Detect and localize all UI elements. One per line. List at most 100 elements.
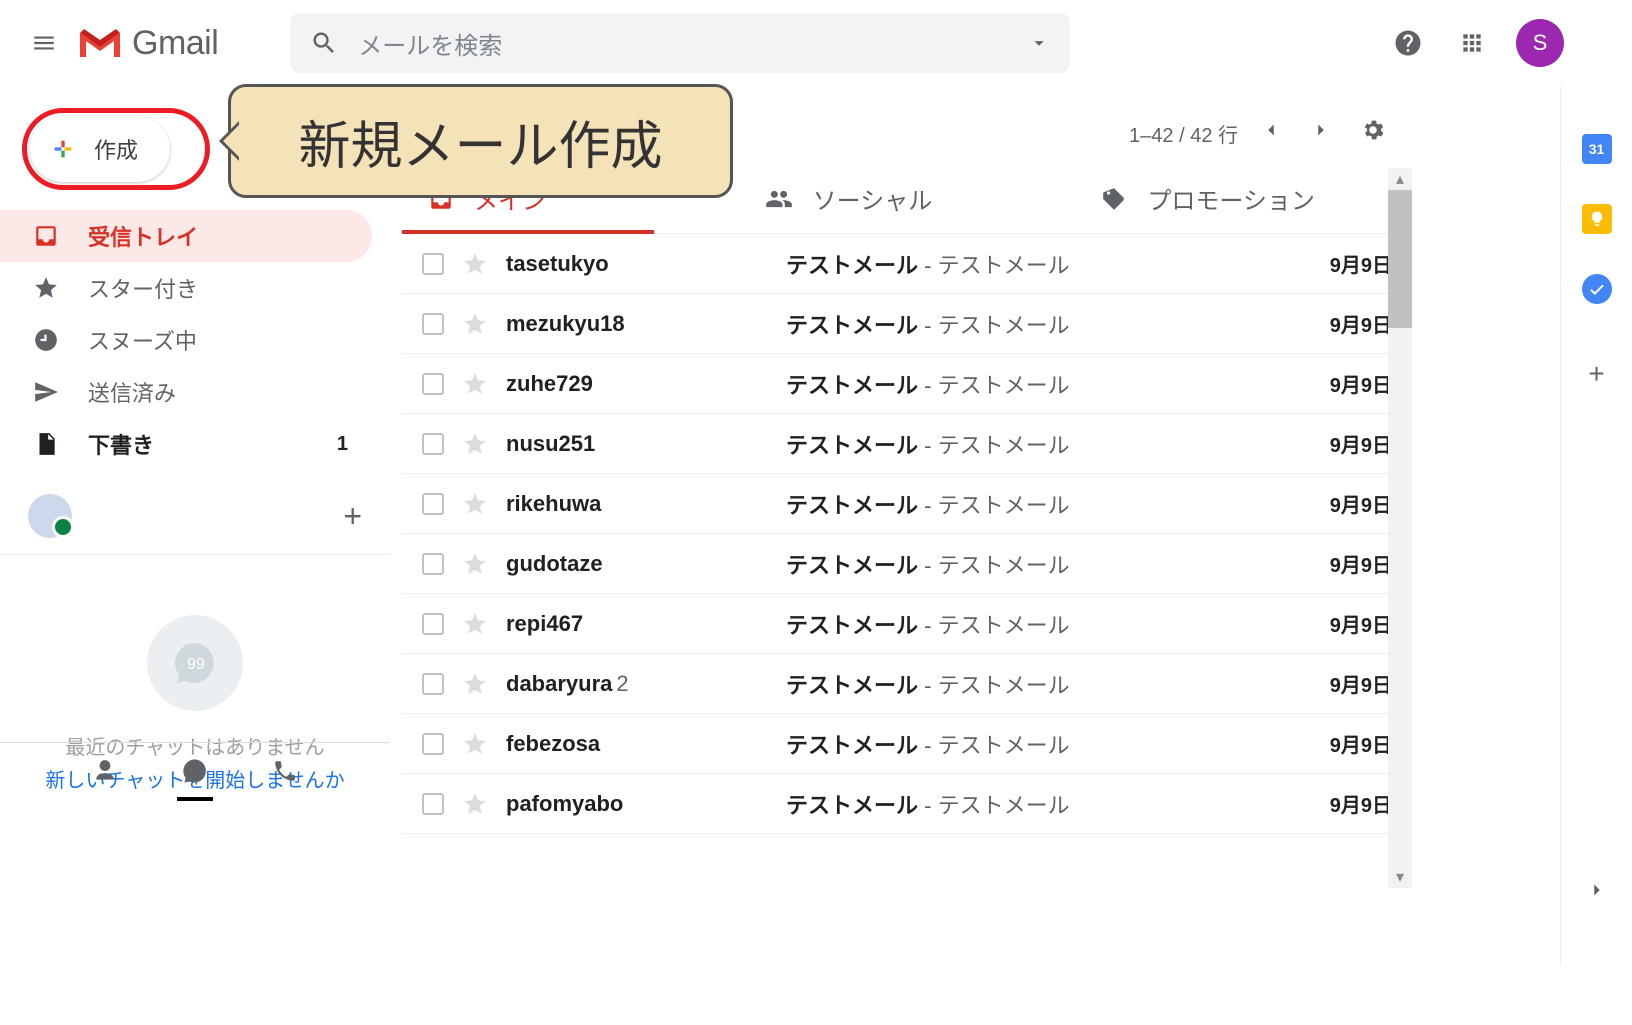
annotation-callout: 新規メール作成 [228,84,733,198]
nav-sent[interactable]: 送信済み [0,366,372,418]
mail-star-button[interactable] [462,551,488,577]
scroll-up-button[interactable]: ▴ [1388,168,1412,190]
drafts-count: 1 [337,433,348,456]
search-placeholder: メールを検索 [358,26,1028,61]
mail-sender: repi467 [506,611,786,637]
scrollbar[interactable]: ▴ ▾ [1388,168,1412,888]
help-button[interactable] [1388,23,1428,63]
settings-button[interactable] [1354,111,1392,155]
mail-row[interactable]: mezukyu18テストメール - テストメール9月9日 [402,294,1412,354]
next-page-button[interactable] [1304,113,1338,153]
mail-checkbox[interactable] [422,373,444,395]
mail-checkbox[interactable] [422,433,444,455]
search-options-icon[interactable] [1028,32,1050,54]
footer-contacts-button[interactable] [85,751,125,791]
mail-sender: rikehuwa [506,491,786,517]
nav-drafts[interactable]: 下書き 1 [0,418,372,470]
nav-starred[interactable]: スター付き [0,262,372,314]
scroll-down-button[interactable]: ▾ [1388,866,1412,888]
collapse-sidepanel-button[interactable] [1586,879,1608,906]
mail-sender: pafomyabo [506,791,786,817]
mail-checkbox[interactable] [422,313,444,335]
mail-star-button[interactable] [462,491,488,517]
scroll-thumb[interactable] [1388,190,1412,328]
gmail-m-icon [76,25,124,61]
mail-subject: テストメール - テストメール [786,308,1330,340]
help-icon [1393,28,1423,58]
page-info: 1–42 / 42 行 [1129,119,1238,148]
mail-row[interactable]: nusu251テストメール - テストメール9月9日 [402,414,1412,474]
mail-sender: nusu251 [506,431,786,457]
mail-sender: febezosa [506,731,786,757]
mail-checkbox[interactable] [422,553,444,575]
mail-row[interactable]: zuhe729テストメール - テストメール9月9日 [402,354,1412,414]
mail-star-button[interactable] [462,251,488,277]
mail-subject: テストメール - テストメール [786,608,1330,640]
inbox-icon [33,223,59,249]
compose-plus-icon [48,134,78,164]
compose-label: 作成 [94,133,138,165]
mail-subject: テストメール - テストメール [786,788,1330,820]
mail-sender: mezukyu18 [506,311,786,337]
gmail-logo-text: Gmail [132,24,218,63]
mail-subject: テストメール - テストメール [786,428,1330,460]
mail-row[interactable]: dabaryura2テストメール - テストメール9月9日 [402,654,1412,714]
new-chat-button[interactable]: + [343,498,362,535]
mail-checkbox[interactable] [422,673,444,695]
account-avatar[interactable]: S [1516,19,1564,67]
footer-hangouts-button[interactable] [175,751,215,791]
search-bar[interactable]: メールを検索 [290,13,1070,73]
gmail-logo[interactable]: Gmail [76,24,218,63]
footer-phone-button[interactable] [265,751,305,791]
hangouts-bubble-icon [181,757,209,785]
chevron-left-icon [1260,119,1282,141]
gear-icon [1360,117,1386,143]
mail-row[interactable]: gudotazeテストメール - テストメール9月9日 [402,534,1412,594]
mail-star-button[interactable] [462,671,488,697]
nav-snoozed[interactable]: スヌーズ中 [0,314,372,366]
keep-icon [1588,210,1606,228]
mail-checkbox[interactable] [422,613,444,635]
mail-star-button[interactable] [462,311,488,337]
mail-checkbox[interactable] [422,253,444,275]
mail-row[interactable]: pafomyaboテストメール - テストメール9月9日 [402,774,1412,834]
keep-addon[interactable] [1582,204,1612,234]
tab-social-icon [765,185,793,213]
mail-row[interactable]: rikehuwaテストメール - テストメール9月9日 [402,474,1412,534]
clock-icon [33,327,59,353]
tab-social[interactable]: ソーシャル [739,164,1076,233]
hangouts-contact-row: + [0,478,390,555]
tab-promotions[interactable]: プロモーション [1075,164,1412,233]
draft-icon [33,431,59,457]
get-addons-button[interactable]: + [1588,358,1604,390]
calendar-addon[interactable]: 31 [1582,134,1612,164]
mail-checkbox[interactable] [422,793,444,815]
send-icon [33,379,59,405]
apps-button[interactable] [1452,23,1492,63]
mail-star-button[interactable] [462,371,488,397]
contact-avatar[interactable] [28,494,72,538]
tasks-icon [1588,280,1606,298]
mail-checkbox[interactable] [422,733,444,755]
mail-row[interactable]: febezosaテストメール - テストメール9月9日 [402,714,1412,774]
mail-star-button[interactable] [462,791,488,817]
mail-star-button[interactable] [462,431,488,457]
tasks-addon[interactable] [1582,274,1612,304]
mail-date: 9月9日 [1330,309,1392,338]
compose-button[interactable]: 作成 [30,116,170,182]
mail-row[interactable]: tasetukyoテストメール - テストメール9月9日 [402,234,1412,294]
prev-page-button[interactable] [1254,113,1288,153]
apps-grid-icon [1459,30,1485,56]
mail-star-button[interactable] [462,731,488,757]
mail-row[interactable]: repi467テストメール - テストメール9月9日 [402,594,1412,654]
mail-checkbox[interactable] [422,493,444,515]
mail-date: 9月9日 [1330,729,1392,758]
mail-subject: テストメール - テストメール [786,248,1330,280]
mail-subject: テストメール - テストメール [786,488,1330,520]
tab-promo-icon [1101,186,1127,212]
menu-button[interactable] [20,19,68,67]
nav-inbox[interactable]: 受信トレイ [0,210,372,262]
mail-date: 9月9日 [1330,549,1392,578]
mail-sender: tasetukyo [506,251,786,277]
mail-star-button[interactable] [462,611,488,637]
